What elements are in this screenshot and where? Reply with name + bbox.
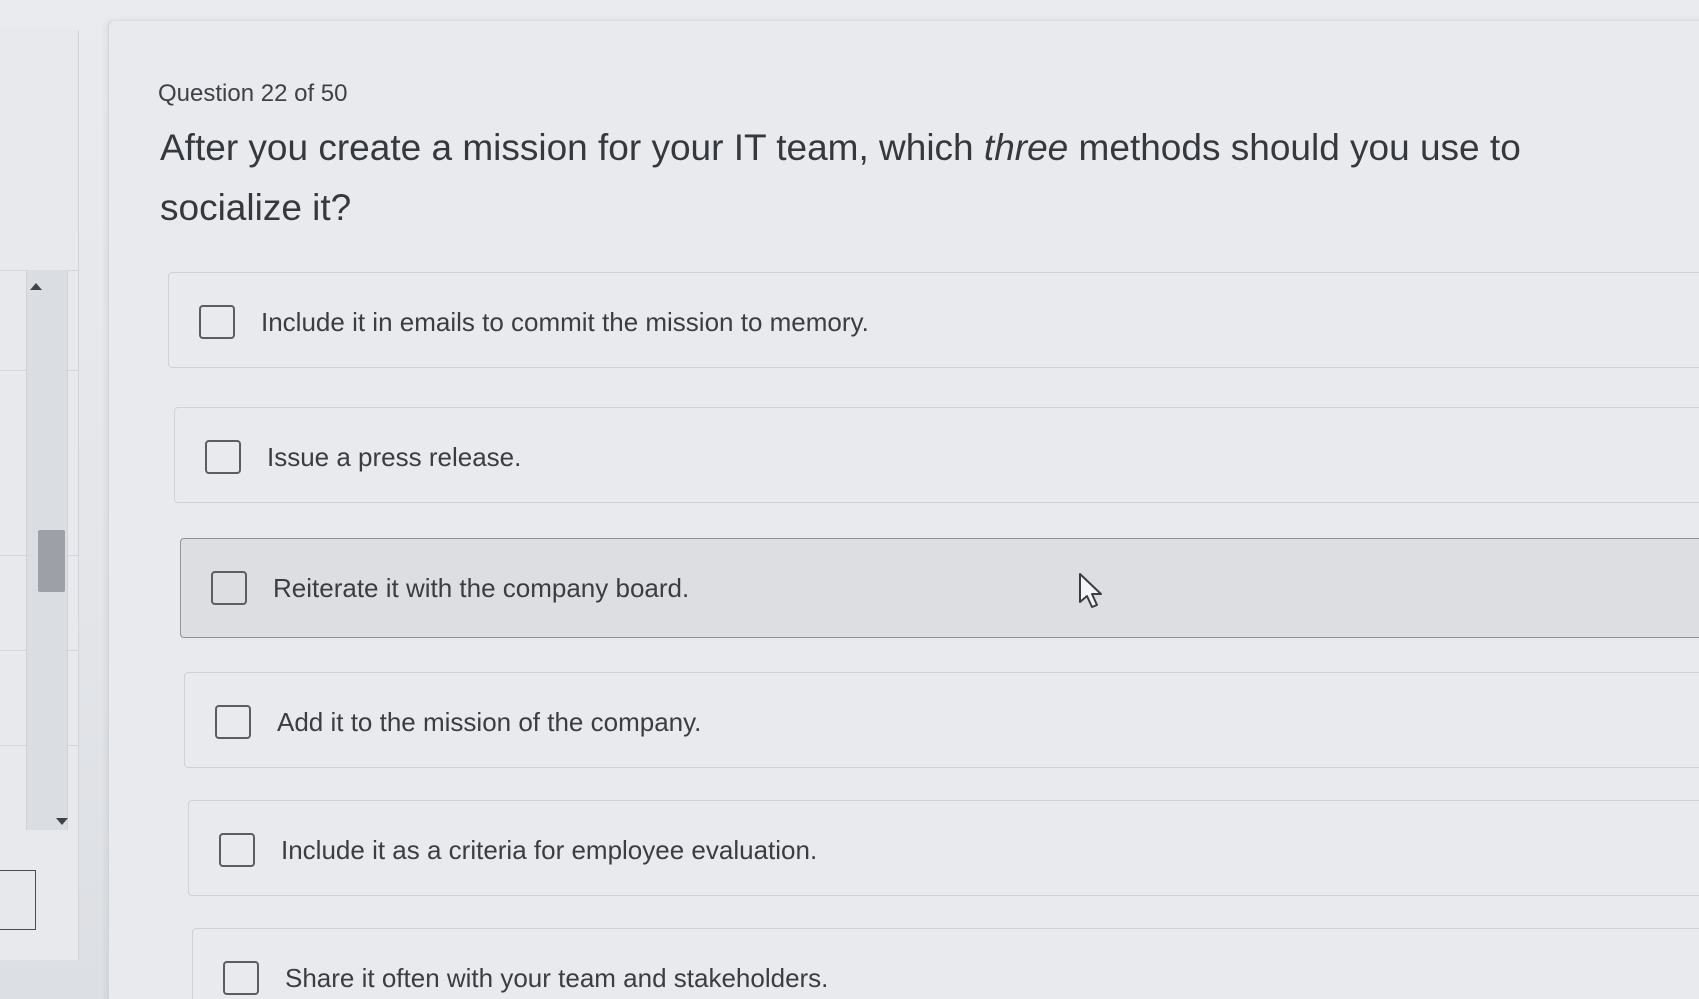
checkbox-icon[interactable]: [215, 705, 251, 739]
question-text: After you create a mission for your IT t…: [160, 118, 1660, 238]
sidebar-box[interactable]: [0, 870, 36, 930]
answer-option-6[interactable]: Share it often with your team and stakeh…: [192, 928, 1699, 999]
answer-option-label: Add it to the mission of the company.: [277, 707, 702, 737]
answer-option-label: Issue a press release.: [267, 442, 522, 472]
answer-option-label: Share it often with your team and stakeh…: [285, 963, 829, 993]
answer-option-label: Include it in emails to commit the missi…: [261, 307, 869, 337]
triangle-up-icon[interactable]: [30, 283, 42, 290]
mouse-pointer-icon: [1079, 573, 1102, 608]
answer-option-4[interactable]: Add it to the mission of the company.: [184, 672, 1699, 768]
question-text-start: After you create a mission for your IT t…: [160, 127, 984, 168]
answer-option-5[interactable]: Include it as a criteria for employee ev…: [188, 800, 1699, 896]
triangle-down-icon[interactable]: [56, 818, 68, 825]
answer-option-3[interactable]: Reiterate it with the company board.: [180, 538, 1699, 638]
checkbox-icon[interactable]: [199, 305, 235, 339]
answer-option-label: Reiterate it with the company board.: [273, 573, 690, 603]
checkbox-icon[interactable]: [219, 833, 255, 867]
answer-option-label: Include it as a criteria for employee ev…: [281, 835, 818, 865]
screen: Question 22 of 50 After you create a mis…: [0, 0, 1699, 999]
answer-option-2[interactable]: Issue a press release.: [174, 407, 1699, 503]
question-counter: Question 22 of 50: [158, 80, 348, 107]
question-text-emphasis: three: [983, 127, 1069, 168]
scrollbar-thumb[interactable]: [38, 530, 65, 592]
checkbox-icon[interactable]: [211, 571, 247, 605]
checkbox-icon[interactable]: [205, 440, 241, 474]
answer-option-1[interactable]: Include it in emails to commit the missi…: [168, 272, 1699, 368]
checkbox-icon[interactable]: [223, 961, 259, 995]
